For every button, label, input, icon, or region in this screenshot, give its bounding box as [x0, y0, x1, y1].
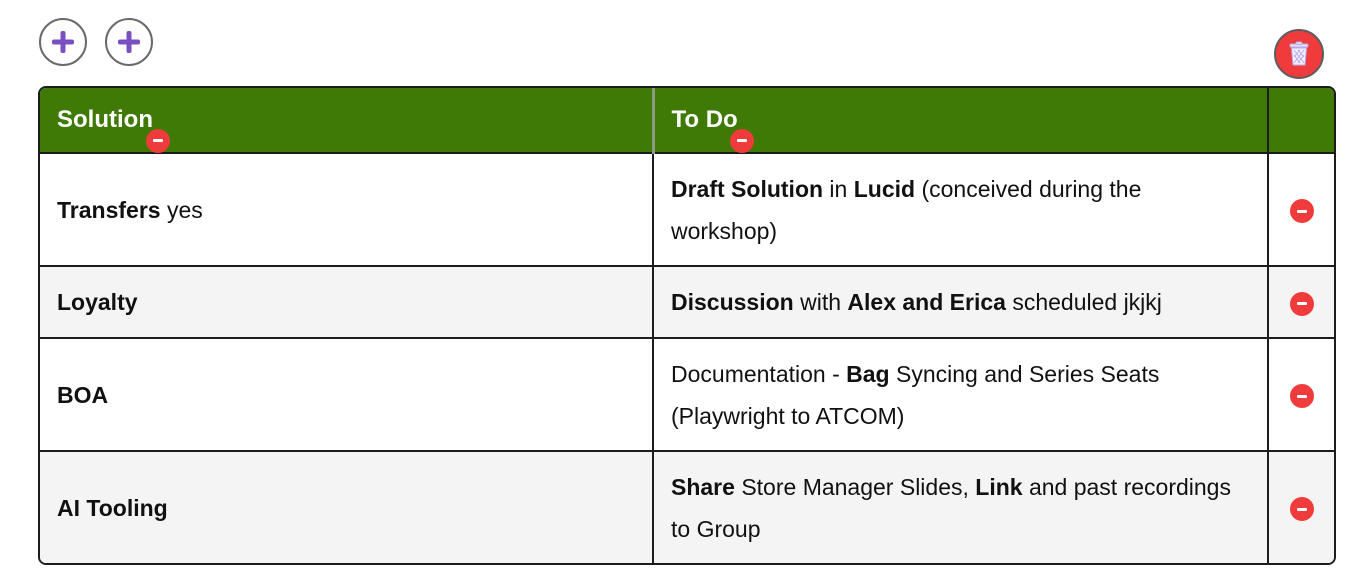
row-actions-cell [1268, 266, 1334, 339]
remove-column-icon[interactable] [145, 128, 170, 153]
bold-text: AI Tooling [57, 494, 168, 521]
remove-row-icon[interactable] [1289, 384, 1314, 409]
text: Documentation - [671, 360, 847, 387]
bold-text: BOA [57, 381, 109, 408]
cell-solution[interactable]: BOA [40, 338, 654, 452]
column-header-actions [1268, 88, 1334, 154]
text: with [793, 289, 848, 315]
table-editor: Solution To Do Transfers yes Draft Soluti… [0, 0, 1356, 581]
column-header-label: To Do [671, 106, 738, 133]
remove-row-icon[interactable] [1289, 199, 1314, 224]
bold-text: Loyalty [57, 289, 138, 315]
table-header-row: Solution To Do [40, 88, 1334, 154]
cell-solution[interactable]: Transfers yes [40, 153, 654, 267]
table-row: AI Tooling Share Store Manager Slides, Li… [40, 451, 1334, 563]
bold-text: Share [671, 473, 735, 500]
cell-todo[interactable]: Share Store Manager Slides, Link and pas… [653, 451, 1269, 563]
row-actions-cell [1268, 338, 1334, 452]
cell-todo[interactable]: Draft Solution in Lucid (conceived durin… [653, 153, 1269, 267]
delete-table-button[interactable] [1274, 29, 1324, 79]
column-header-todo[interactable]: To Do [653, 88, 1269, 154]
table-row: Loyalty Discussion with Alex and Erica sc… [40, 266, 1334, 339]
row-actions-cell [1268, 451, 1334, 563]
cell-todo[interactable]: Documentation - Bag Syncing and Series S… [653, 338, 1269, 452]
data-table: Solution To Do Transfers yes Draft Soluti… [38, 86, 1336, 565]
add-column-button[interactable] [105, 18, 153, 66]
text: yes [160, 196, 203, 223]
plus-icon [118, 31, 140, 53]
bold-text: Discussion [671, 289, 794, 315]
cell-todo[interactable]: Discussion with Alex and Erica scheduled… [653, 266, 1269, 339]
bold-text: Bag [846, 360, 890, 387]
bold-text: Link [975, 473, 1023, 500]
bold-text: Lucid [853, 175, 916, 202]
column-header-label: Solution [57, 106, 153, 133]
table-row: Transfers yes Draft Solution in Lucid (co… [40, 153, 1334, 267]
trash-icon [1289, 41, 1309, 66]
bold-text: Draft Solution [671, 175, 824, 202]
text: scheduled jkjkj [1005, 289, 1162, 315]
table-row: BOA Documentation - Bag Syncing and Serie… [40, 338, 1334, 452]
column-header-solution[interactable]: Solution [40, 88, 655, 154]
text: in [823, 175, 854, 202]
text: Store Manager Slides, [734, 473, 976, 500]
add-row-button[interactable] [39, 18, 87, 66]
remove-row-icon[interactable] [1289, 497, 1314, 522]
bold-text: Transfers [57, 196, 161, 223]
cell-solution[interactable]: Loyalty [40, 266, 654, 339]
bold-text: Alex and Erica [847, 289, 1006, 315]
remove-row-icon[interactable] [1289, 291, 1314, 316]
plus-icon [52, 31, 74, 53]
remove-column-icon[interactable] [730, 128, 755, 153]
row-actions-cell [1268, 153, 1334, 267]
cell-solution[interactable]: AI Tooling [40, 451, 654, 563]
